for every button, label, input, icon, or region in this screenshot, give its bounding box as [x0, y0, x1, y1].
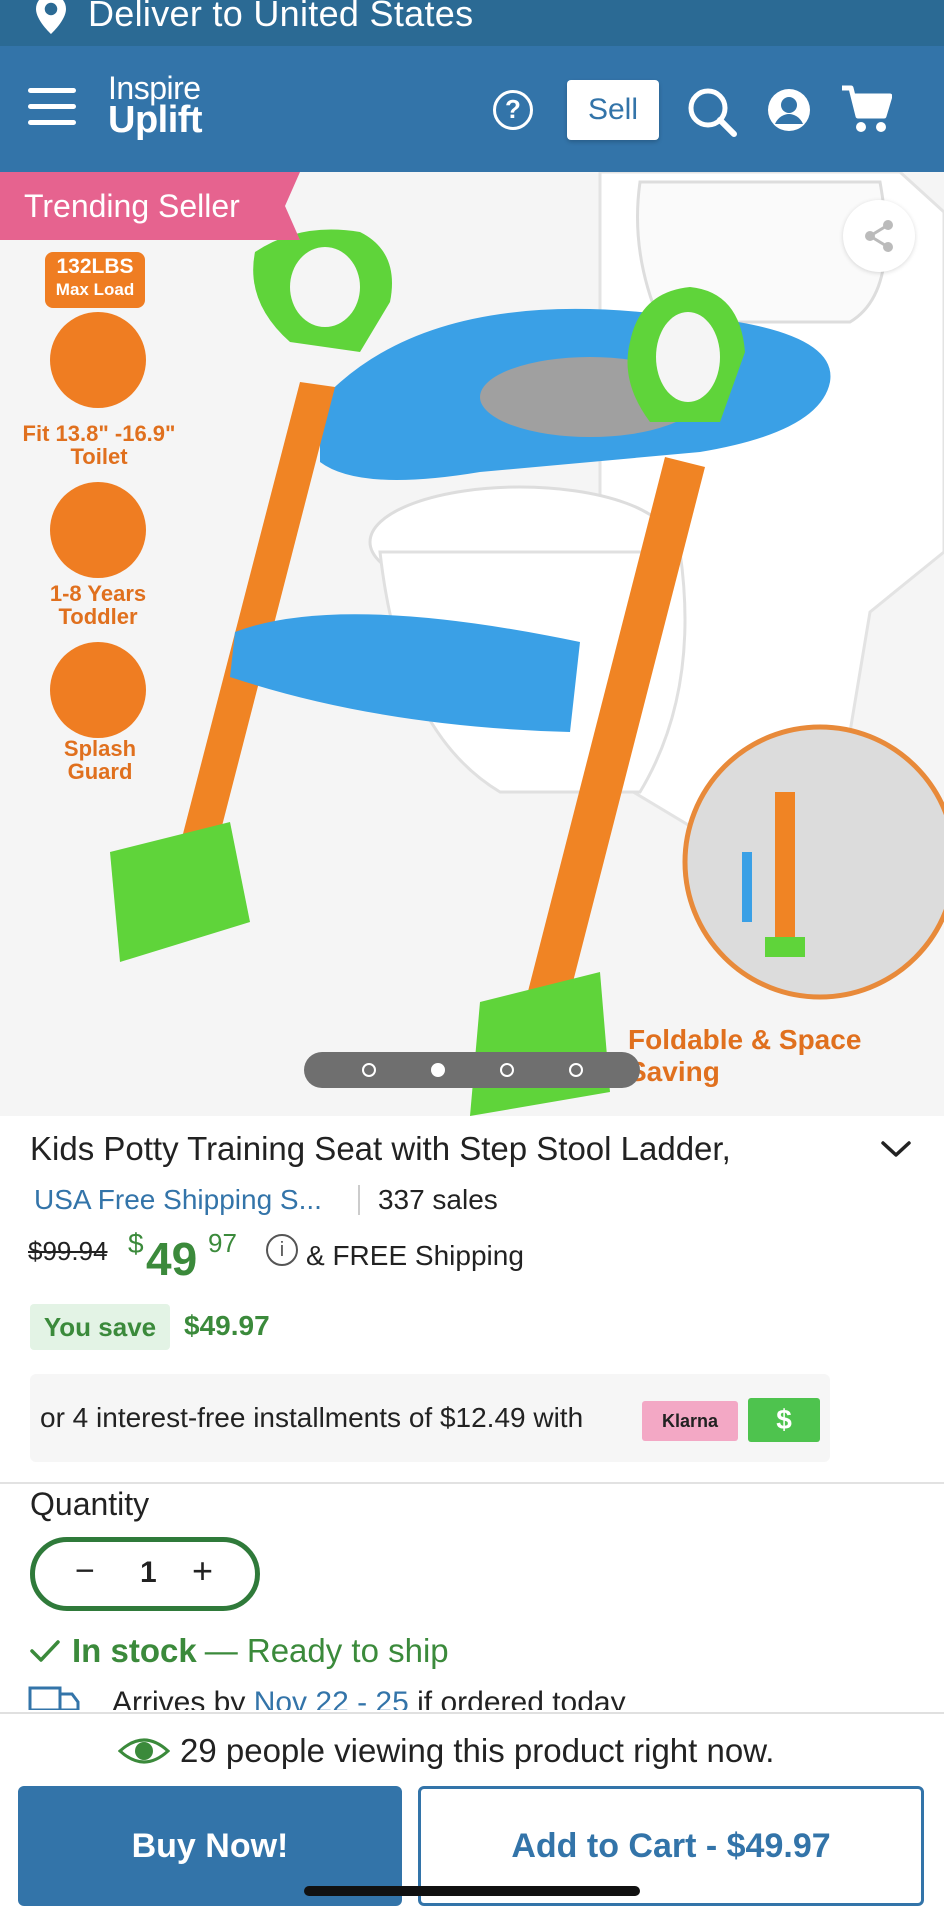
shipping-row: USA Free Shipping S... 337 sales: [34, 1184, 498, 1216]
cart-icon[interactable]: [840, 84, 892, 134]
product-title: Kids Potty Training Seat with Step Stool…: [30, 1130, 731, 1167]
stock-status: In stock — Ready to ship: [30, 1632, 449, 1670]
product-image-carousel[interactable]: Trending Seller 132LBS Max Load Fit 13.8…: [0, 172, 944, 1116]
carousel-dot-active[interactable]: [430, 1063, 445, 1077]
quantity-value[interactable]: 1: [140, 1556, 157, 1590]
product-photo: [0, 172, 944, 1116]
share-button[interactable]: [843, 200, 915, 272]
arrives-prefix: Arrives by: [112, 1686, 246, 1710]
toilet-icon: [50, 312, 146, 408]
account-icon[interactable]: [767, 88, 811, 132]
price-dollars: 49: [146, 1233, 198, 1285]
hamburger-menu-icon[interactable]: [28, 88, 76, 128]
arrives-dates: Nov 22 - 25: [253, 1686, 409, 1710]
truck-icon: [28, 1686, 80, 1710]
share-icon: [865, 220, 893, 252]
carousel-dots[interactable]: [304, 1052, 640, 1088]
chevron-down-icon[interactable]: [880, 1140, 912, 1160]
checkmark-icon: [30, 1640, 60, 1662]
section-divider: [0, 1482, 944, 1484]
in-stock-text: In stock: [72, 1632, 197, 1669]
toddler-face-icon: [50, 482, 146, 578]
site-header: Inspire Uplift ? Sell: [0, 46, 944, 172]
sell-button[interactable]: Sell: [567, 80, 659, 140]
splash-drop-icon: [50, 642, 146, 738]
location-pin-icon: [36, 0, 66, 34]
price-row: $99.94 $ 49 97 i & FREE Shipping: [28, 1228, 728, 1288]
cash-app-badge: $: [748, 1398, 820, 1442]
arrives-suffix: if ordered today: [417, 1686, 626, 1710]
divider: [357, 1185, 360, 1215]
deliver-text: Deliver to United States: [88, 0, 474, 34]
feature-splash-label: Splash Guard: [63, 736, 137, 785]
home-indicator: [304, 1886, 640, 1896]
trending-seller-badge: Trending Seller: [0, 172, 300, 240]
carousel-dot[interactable]: [361, 1063, 376, 1077]
original-price: $99.94: [28, 1236, 108, 1266]
shipping-link[interactable]: USA Free Shipping S...: [34, 1184, 322, 1216]
search-icon[interactable]: [686, 86, 738, 138]
max-load-value: 132LBS: [56, 255, 134, 278]
increase-quantity-button[interactable]: +: [192, 1550, 213, 1592]
price-cents: 97: [208, 1228, 237, 1258]
klarna-logo: Klarna: [642, 1401, 738, 1441]
save-amount: $49.97: [184, 1310, 270, 1341]
site-logo[interactable]: Inspire Uplift: [108, 72, 203, 141]
eye-icon: [118, 1738, 170, 1764]
foldable-label: Foldable & Space Saving: [628, 1024, 862, 1087]
sales-count: 337 sales: [377, 1184, 498, 1215]
feature-age-label: 1-8 Years Toddler: [49, 581, 147, 630]
price-currency: $: [128, 1228, 144, 1259]
logo-line-2: Uplift: [108, 98, 203, 141]
arrival-estimate: Arrives by Nov 22 - 25 if ordered today: [28, 1682, 728, 1710]
quantity-stepper: − 1 +: [30, 1537, 260, 1611]
max-load-sub: Max Load: [55, 280, 135, 300]
free-shipping-text: & FREE Shipping: [306, 1240, 524, 1271]
carousel-dot[interactable]: [499, 1063, 514, 1077]
help-icon[interactable]: ?: [493, 90, 533, 130]
decrease-quantity-button[interactable]: −: [75, 1552, 95, 1591]
carousel-dot[interactable]: [568, 1063, 583, 1077]
deliver-bar[interactable]: Deliver to United States: [0, 0, 944, 46]
quantity-label: Quantity: [30, 1486, 150, 1522]
viewers-notice: 29 people viewing this product right now…: [118, 1732, 774, 1770]
max-load-badge: 132LBS Max Load: [45, 252, 145, 308]
klarna-installments[interactable]: or 4 interest-free installments of $12.4…: [30, 1374, 830, 1462]
feature-fit-label: Fit 13.8" -16.9" Toilet: [22, 421, 176, 470]
viewers-text: 29 people viewing this product right now…: [180, 1732, 775, 1769]
you-save-badge: You save: [30, 1304, 170, 1350]
info-icon[interactable]: i: [266, 1234, 298, 1266]
klarna-text: or 4 interest-free installments of $12.4…: [40, 1402, 584, 1433]
ready-to-ship-text: — Ready to ship: [204, 1632, 449, 1669]
